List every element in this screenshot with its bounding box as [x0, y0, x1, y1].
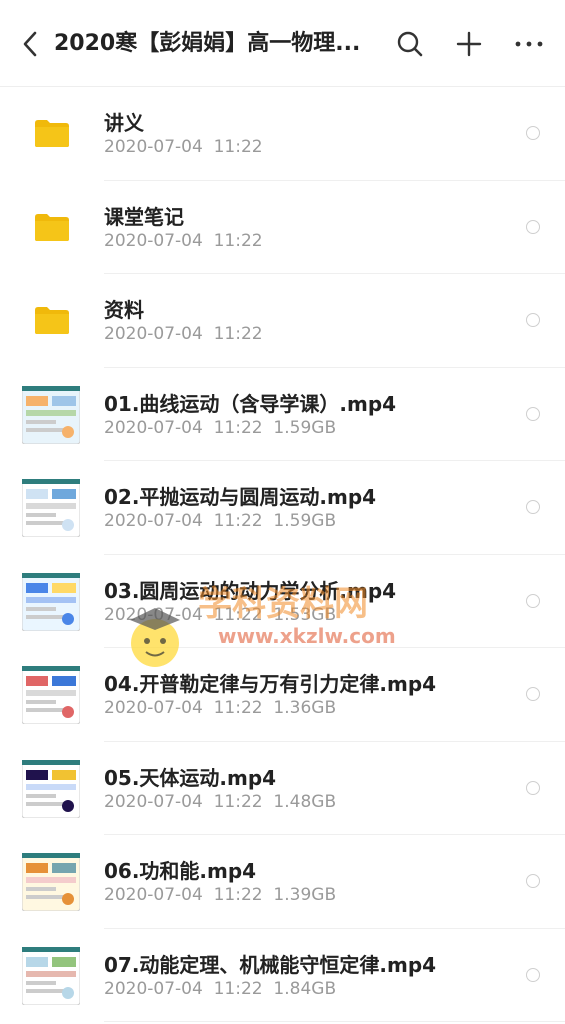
file-date: 2020-07-04 11:22 — [104, 137, 263, 157]
add-button[interactable] — [449, 24, 489, 64]
video-file-row[interactable]: 04.开普勒定律与万有引力定律.mp4 2020-07-04 11:22 1.3… — [0, 648, 565, 742]
file-size: 1.59GB — [273, 511, 337, 531]
file-name: 05.天体运动.mp4 — [104, 765, 277, 790]
folder-row[interactable]: 资料 2020-07-04 11:22 — [0, 274, 565, 368]
chevron-left-icon — [23, 31, 37, 57]
search-icon — [397, 31, 423, 57]
select-radio[interactable] — [526, 593, 540, 608]
file-meta: 2020-07-04 11:22 1.59GB — [104, 418, 336, 438]
folder-icon — [35, 120, 69, 147]
folder-row[interactable]: 讲义 2020-07-04 11:22 — [0, 87, 565, 181]
video-thumbnail-icon — [22, 946, 80, 1005]
file-name: 讲义 — [104, 111, 144, 135]
file-date: 2020-07-04 11:22 — [104, 604, 263, 625]
plus-icon — [456, 31, 482, 57]
select-radio[interactable] — [526, 874, 540, 888]
video-thumbnail-icon — [22, 385, 80, 444]
file-date: 2020-07-04 11:22 — [104, 417, 263, 438]
file-size: 1.39GB — [273, 885, 337, 905]
file-size: 1.48GB — [273, 791, 337, 812]
folder-icon — [35, 307, 69, 334]
select-radio[interactable] — [526, 219, 540, 234]
select-radio[interactable] — [526, 126, 540, 140]
file-name: 04.开普勒定律与万有引力定律.mp4 — [104, 672, 437, 696]
select-radio[interactable] — [526, 687, 540, 701]
select-radio[interactable] — [526, 313, 540, 327]
video-file-row[interactable]: 06.功和能.mp4 2020-07-04 11:22 1.39GB — [0, 835, 565, 929]
file-date: 2020-07-04 11:22 — [104, 698, 263, 718]
file-name: 02.平抛运动与圆周运动.mp4 — [104, 485, 377, 509]
top-app-bar: 2020寒【彭娟娟】高一物理... — [0, 0, 565, 87]
video-file-row[interactable]: 01.曲线运动（含导学课）.mp4 2020-07-04 11:22 1.59G… — [0, 368, 565, 461]
file-meta: 2020-07-04 11:22 1.39GB — [104, 885, 336, 905]
file-date: 2020-07-04 11:22 — [104, 230, 263, 251]
more-button[interactable] — [509, 24, 549, 64]
file-meta: 2020-07-04 11:22 1.59GB — [104, 511, 336, 531]
file-meta: 2020-07-04 11:22 1.84GB — [104, 979, 336, 999]
file-meta: 2020-07-04 11:22 — [104, 137, 263, 157]
file-meta: 2020-07-04 11:22 — [104, 324, 263, 344]
file-meta: 2020-07-04 11:22 1.36GB — [104, 698, 336, 718]
file-name: 课堂笔记 — [104, 204, 184, 229]
file-size: 1.84GB — [273, 978, 337, 999]
search-button[interactable] — [390, 24, 430, 64]
video-thumbnail-icon — [22, 666, 80, 724]
video-file-row[interactable]: 02.平抛运动与圆周运动.mp4 2020-07-04 11:22 1.59GB — [0, 461, 565, 555]
file-name: 06.功和能.mp4 — [104, 859, 257, 883]
file-meta: 2020-07-04 11:22 1.48GB — [104, 792, 336, 812]
file-date: 2020-07-04 11:22 — [104, 324, 263, 344]
folder-icon — [35, 213, 69, 241]
select-radio[interactable] — [526, 967, 540, 982]
file-date: 2020-07-04 11:22 — [104, 791, 263, 812]
row-divider — [104, 1021, 565, 1022]
file-list: 讲义 2020-07-04 11:22 课堂笔记 2020-07-04 11:2… — [0, 87, 565, 1022]
file-name: 03.圆周运动的动力学分析.mp4 — [104, 578, 397, 603]
select-radio[interactable] — [526, 500, 540, 514]
file-date: 2020-07-04 11:22 — [104, 511, 263, 531]
file-meta: 2020-07-04 11:22 1.53GB — [104, 605, 336, 625]
video-thumbnail-icon — [22, 479, 80, 537]
more-horizontal-icon — [515, 41, 543, 47]
file-name: 资料 — [104, 298, 144, 322]
video-thumbnail-icon — [22, 853, 80, 911]
file-date: 2020-07-04 11:22 — [104, 978, 263, 999]
page-title: 2020寒【彭娟娟】高一物理... — [54, 31, 361, 56]
file-size: 1.53GB — [273, 604, 337, 625]
back-button[interactable] — [12, 24, 48, 64]
file-date: 2020-07-04 11:22 — [104, 885, 263, 905]
video-file-row[interactable]: 07.动能定理、机械能守恒定律.mp4 2020-07-04 11:22 1.8… — [0, 929, 565, 1022]
file-size: 1.59GB — [273, 417, 337, 438]
file-meta: 2020-07-04 11:22 — [104, 231, 263, 251]
video-file-row[interactable]: 05.天体运动.mp4 2020-07-04 11:22 1.48GB — [0, 742, 565, 835]
video-thumbnail-icon — [22, 572, 80, 631]
select-radio[interactable] — [526, 780, 540, 795]
folder-row[interactable]: 课堂笔记 2020-07-04 11:22 — [0, 181, 565, 274]
select-radio[interactable] — [526, 406, 540, 421]
file-size: 1.36GB — [273, 698, 337, 718]
file-name: 07.动能定理、机械能守恒定律.mp4 — [104, 952, 437, 977]
video-thumbnail-icon — [22, 759, 80, 818]
file-name: 01.曲线运动（含导学课）.mp4 — [104, 391, 397, 416]
video-file-row[interactable]: 03.圆周运动的动力学分析.mp4 2020-07-04 11:22 1.53G… — [0, 555, 565, 648]
